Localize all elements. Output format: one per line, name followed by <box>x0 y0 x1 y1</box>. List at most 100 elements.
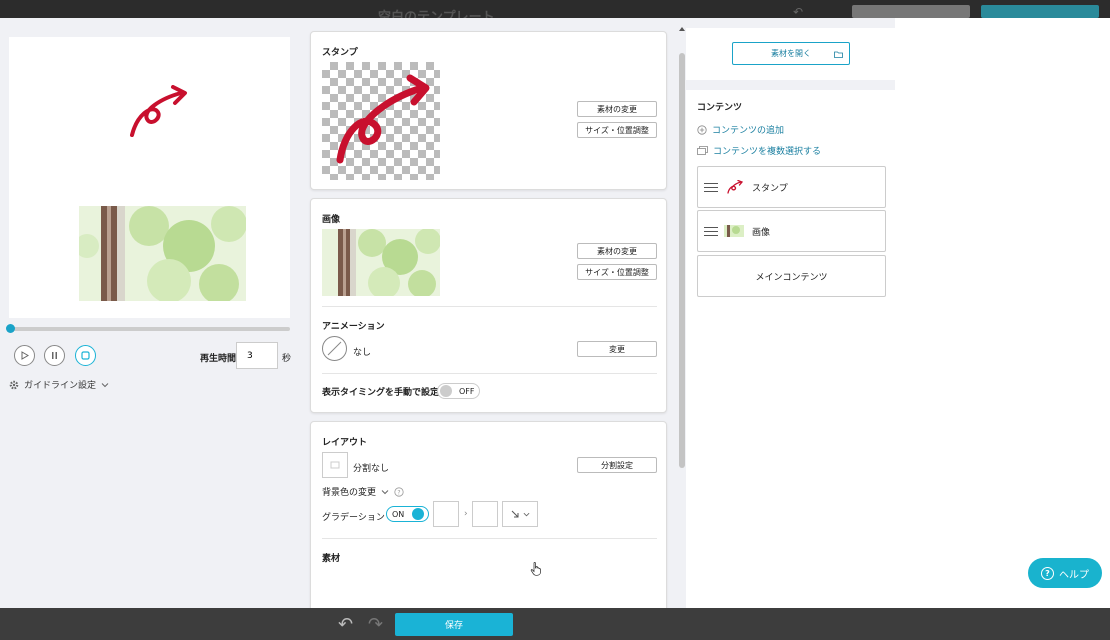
gear-icon <box>9 380 19 389</box>
contents-list-area: コンテンツ コンテンツの追加 コンテンツを複数選択する スタンプ 画像 メインコ… <box>686 90 895 608</box>
timing-label: 表示タイミングを手動で設定 <box>322 388 440 398</box>
background-undo-icon: ↶ <box>793 5 804 19</box>
animation-value: なし <box>353 348 372 358</box>
image-thumbnail <box>322 229 440 296</box>
play-button[interactable] <box>14 345 35 366</box>
stamp-card-title: スタンプ <box>322 48 358 58</box>
content-item-label: 画像 <box>752 227 771 238</box>
material-title: 素材 <box>322 554 341 564</box>
divider <box>322 538 657 539</box>
settings-panel: スタンプ 素材の変更 サイズ・位置調整 画像 素材の変更 サイズ・位置調整 アニ… <box>300 18 678 608</box>
content-item-stamp[interactable]: スタンプ <box>697 166 886 208</box>
content-item-main[interactable]: メインコンテンツ <box>697 255 886 297</box>
content-item-label: スタンプ <box>752 183 788 194</box>
svg-text:?: ? <box>397 489 400 496</box>
help-question-icon[interactable]: ? <box>394 486 404 497</box>
open-material-button[interactable]: 素材を開く <box>732 42 850 65</box>
stamp-arrow-image <box>336 74 430 164</box>
contents-panel: 素材を開く コンテンツ コンテンツの追加 コンテンツを複数選択する スタンプ 画… <box>686 18 895 608</box>
preview-canvas <box>9 37 290 318</box>
multi-select-link[interactable]: コンテンツを複数選択する <box>697 144 821 157</box>
content-item-label: メインコンテンツ <box>755 272 828 283</box>
plus-circle-icon <box>697 124 707 135</box>
add-content-label: コンテンツの追加 <box>712 126 785 136</box>
stop-icon <box>81 351 90 360</box>
background-preview-button <box>852 5 970 18</box>
bg-color-label: 背景色の変更 <box>322 488 377 498</box>
layout-card-title: レイアウト <box>322 438 368 448</box>
open-material-label: 素材を開く <box>771 49 811 58</box>
folder-icon <box>834 51 843 58</box>
scroll-up-icon[interactable] <box>679 27 685 31</box>
bottom-toolbar: ↶ ↷ 保存 <box>0 608 1110 640</box>
divider <box>322 306 657 307</box>
contents-title: コンテンツ <box>697 103 743 113</box>
split-none-icon <box>322 452 348 478</box>
guideline-label: ガイドライン設定 <box>24 381 97 391</box>
help-question-icon: ? <box>1041 566 1054 580</box>
redo-icon[interactable]: ↷ <box>368 614 383 635</box>
gradation-direction-select[interactable] <box>502 501 538 527</box>
modal-right-margin <box>895 18 1110 608</box>
seek-knob[interactable] <box>6 324 15 333</box>
split-value: 分割なし <box>353 464 390 474</box>
bg-color-change-toggle[interactable]: 背景色の変更 ? <box>322 485 404 498</box>
chevron-right-icon: › <box>464 509 468 519</box>
scrollbar-thumb[interactable] <box>679 53 685 468</box>
image-size-position-button[interactable]: サイズ・位置調整 <box>577 264 657 280</box>
drag-handle-icon[interactable] <box>704 182 718 192</box>
content-item-image[interactable]: 画像 <box>697 210 886 252</box>
stacked-boxes-icon <box>697 146 708 155</box>
image-card: 画像 素材の変更 サイズ・位置調整 アニメーション なし 変更 表示タイミングを… <box>310 198 667 413</box>
divider <box>322 373 657 374</box>
stop-button[interactable] <box>75 345 96 366</box>
playtime-input[interactable] <box>236 342 278 369</box>
stamp-thumbnail <box>322 62 440 180</box>
open-material-area: 素材を開く <box>686 28 895 80</box>
pause-button[interactable] <box>44 345 65 366</box>
gradation-toggle-state: ON <box>392 509 405 519</box>
toggle-knob <box>440 385 452 397</box>
preview-photo-image <box>79 206 246 301</box>
split-settings-button[interactable]: 分割設定 <box>577 457 657 473</box>
timing-toggle-state: OFF <box>459 386 475 396</box>
save-button[interactable]: 保存 <box>395 613 513 636</box>
editor-modal: 再生時間 秒 ガイドライン設定 スタンプ 素材の変更 サイズ・位置調整 画像 <box>0 18 1110 608</box>
preview-panel: 再生時間 秒 ガイドライン設定 <box>0 18 300 608</box>
guideline-settings-toggle[interactable]: ガイドライン設定 <box>9 378 109 391</box>
stamp-card: スタンプ 素材の変更 サイズ・位置調整 <box>310 31 667 190</box>
drag-handle-icon[interactable] <box>704 226 718 236</box>
seek-bar[interactable] <box>6 324 290 333</box>
preview-stamp-image <box>130 85 187 137</box>
chevron-down-icon <box>381 489 389 494</box>
animation-title: アニメーション <box>322 322 385 332</box>
undo-icon[interactable]: ↶ <box>338 614 353 635</box>
play-icon <box>21 351 29 360</box>
help-label: ヘルプ <box>1059 569 1089 581</box>
stamp-thumbnail-icon <box>727 180 744 194</box>
chevron-down-icon <box>101 382 109 387</box>
pause-icon <box>52 352 57 359</box>
toggle-knob <box>412 508 425 520</box>
settings-scrollbar[interactable] <box>678 18 686 608</box>
timing-toggle[interactable]: OFF <box>437 383 480 399</box>
hand-cursor-icon <box>530 562 541 576</box>
background-publish-button <box>981 5 1099 18</box>
background-header: 空白のテンプレート ↶ <box>0 0 1110 25</box>
image-change-material-button[interactable]: 素材の変更 <box>577 243 657 259</box>
add-content-link[interactable]: コンテンツの追加 <box>697 123 784 136</box>
image-thumbnail-icon <box>724 225 744 237</box>
gradation-end-color[interactable] <box>472 501 498 527</box>
multi-select-label: コンテンツを複数選択する <box>713 147 822 157</box>
image-card-title: 画像 <box>322 215 341 225</box>
stamp-change-material-button[interactable]: 素材の変更 <box>577 101 657 117</box>
help-button[interactable]: ? ヘルプ <box>1028 558 1102 588</box>
gradation-label: グラデーション <box>322 513 385 523</box>
gradation-toggle[interactable]: ON <box>386 506 429 522</box>
chevron-down-icon <box>523 512 529 516</box>
arrow-down-right-icon <box>511 510 518 518</box>
playtime-unit: 秒 <box>282 354 292 364</box>
stamp-size-position-button[interactable]: サイズ・位置調整 <box>577 122 657 138</box>
gradation-start-color[interactable] <box>433 501 459 527</box>
animation-change-button[interactable]: 変更 <box>577 341 657 357</box>
